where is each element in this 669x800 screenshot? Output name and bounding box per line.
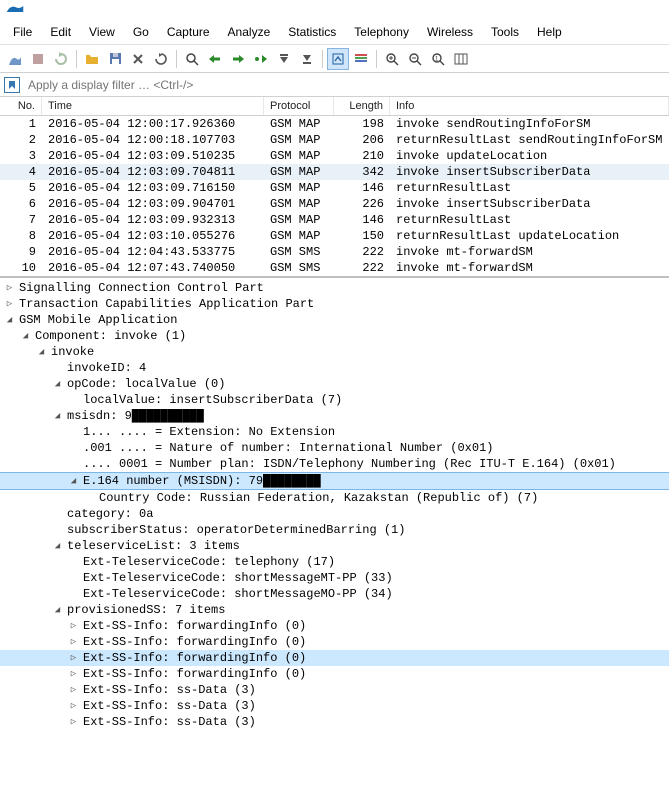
tree-component[interactable]: ◢Component: invoke (1) xyxy=(0,328,669,344)
col-header-protocol[interactable]: Protocol xyxy=(264,97,334,115)
expand-icon[interactable]: ▷ xyxy=(68,621,79,632)
expand-icon[interactable]: ▷ xyxy=(68,653,79,664)
colorize-icon[interactable] xyxy=(350,48,372,70)
go-forward-icon[interactable] xyxy=(227,48,249,70)
tree-localvalue[interactable]: ·localValue: insertSubscriberData (7) xyxy=(0,392,669,408)
toolbar: 1 xyxy=(0,45,669,73)
tree-subscriber-status[interactable]: ·subscriberStatus: operatorDeterminedBar… xyxy=(0,522,669,538)
expand-icon[interactable]: ▷ xyxy=(68,637,79,648)
collapse-icon[interactable]: ◢ xyxy=(52,541,63,552)
col-header-time[interactable]: Time xyxy=(42,97,264,115)
col-header-no[interactable]: No. xyxy=(0,97,42,115)
menu-view[interactable]: View xyxy=(80,22,124,42)
collapse-icon[interactable]: ◢ xyxy=(52,605,63,616)
tree-invokeid[interactable]: ·invokeID: 4 xyxy=(0,360,669,376)
menu-capture[interactable]: Capture xyxy=(158,22,219,42)
tree-ss-info[interactable]: ▷Ext-SS-Info: ss-Data (3) xyxy=(0,714,669,730)
tree-country-code[interactable]: ·Country Code: Russian Federation, Kazak… xyxy=(0,490,669,506)
packet-row[interactable]: 42016-05-04 12:03:09.704811GSM MAP342inv… xyxy=(0,164,669,180)
packet-row[interactable]: 72016-05-04 12:03:09.932313GSM MAP146ret… xyxy=(0,212,669,228)
packet-row[interactable]: 102016-05-04 12:07:43.740050GSM SMS222in… xyxy=(0,260,669,276)
packet-row[interactable]: 32016-05-04 12:03:09.510235GSM MAP210inv… xyxy=(0,148,669,164)
collapse-icon[interactable]: ◢ xyxy=(52,379,63,390)
reload-icon[interactable] xyxy=(150,48,172,70)
tree-ss-info[interactable]: ▷Ext-SS-Info: ss-Data (3) xyxy=(0,698,669,714)
menu-telephony[interactable]: Telephony xyxy=(345,22,418,42)
menu-tools[interactable]: Tools xyxy=(482,22,528,42)
tree-msisdn[interactable]: ◢msisdn: 9██████████ xyxy=(0,408,669,424)
go-back-icon[interactable] xyxy=(204,48,226,70)
collapse-icon[interactable]: ◢ xyxy=(20,331,31,342)
menu-analyze[interactable]: Analyze xyxy=(219,22,280,42)
tree-ss-info[interactable]: ▷Ext-SS-Info: ss-Data (3) xyxy=(0,682,669,698)
tree-teleservice-item[interactable]: ·Ext-TeleserviceCode: shortMessageMT-PP … xyxy=(0,570,669,586)
close-file-icon[interactable] xyxy=(127,48,149,70)
expand-icon[interactable]: ▷ xyxy=(4,283,15,294)
menu-go[interactable]: Go xyxy=(124,22,158,42)
tree-teleservice-item[interactable]: ·Ext-TeleserviceCode: shortMessageMO-PP … xyxy=(0,586,669,602)
tree-ss-info[interactable]: ▷Ext-SS-Info: forwardingInfo (0) xyxy=(0,634,669,650)
auto-scroll-icon[interactable] xyxy=(327,48,349,70)
collapse-icon[interactable]: ◢ xyxy=(36,347,47,358)
menu-help[interactable]: Help xyxy=(528,22,571,42)
expand-icon[interactable]: ▷ xyxy=(68,685,79,696)
collapse-icon[interactable]: ◢ xyxy=(68,476,79,487)
packet-row[interactable]: 62016-05-04 12:03:09.904701GSM MAP226inv… xyxy=(0,196,669,212)
find-packet-icon[interactable] xyxy=(181,48,203,70)
tree-category[interactable]: ·category: 0a xyxy=(0,506,669,522)
collapse-icon[interactable]: ◢ xyxy=(52,411,63,422)
expand-icon[interactable]: ▷ xyxy=(68,669,79,680)
packet-row[interactable]: 12016-05-04 12:00:17.926360GSM MAP198inv… xyxy=(0,116,669,132)
tree-e164-msisdn[interactable]: ◢E.164 number (MSISDN): 79████████ xyxy=(0,472,669,490)
zoom-in-icon[interactable] xyxy=(381,48,403,70)
save-file-icon[interactable] xyxy=(104,48,126,70)
col-header-info[interactable]: Info xyxy=(390,97,669,115)
menu-wireless[interactable]: Wireless xyxy=(418,22,482,42)
tree-invoke[interactable]: ◢invoke xyxy=(0,344,669,360)
zoom-out-icon[interactable] xyxy=(404,48,426,70)
tree-teleservice-item[interactable]: ·Ext-TeleserviceCode: telephony (17) xyxy=(0,554,669,570)
filter-bookmark-icon[interactable] xyxy=(4,77,20,93)
tree-ss-info[interactable]: ▷Ext-SS-Info: forwardingInfo (0) xyxy=(0,666,669,682)
menu-file[interactable]: File xyxy=(4,22,41,42)
tree-nature[interactable]: ·.001 .... = Nature of number: Internati… xyxy=(0,440,669,456)
col-header-length[interactable]: Length xyxy=(334,97,390,115)
menu-statistics[interactable]: Statistics xyxy=(279,22,345,42)
display-filter-input[interactable] xyxy=(24,76,665,94)
tree-extension[interactable]: ·1... .... = Extension: No Extension xyxy=(0,424,669,440)
tree-tcap[interactable]: ▷Transaction Capabilities Application Pa… xyxy=(0,296,669,312)
start-capture-icon[interactable] xyxy=(4,48,26,70)
packet-details-tree: ▷Signalling Connection Control Part ▷Tra… xyxy=(0,278,669,736)
tree-teleservice-list[interactable]: ◢teleserviceList: 3 items xyxy=(0,538,669,554)
go-last-icon[interactable] xyxy=(296,48,318,70)
collapse-icon[interactable]: ◢ xyxy=(4,315,15,326)
expand-icon[interactable]: ▷ xyxy=(68,717,79,728)
display-filter-bar xyxy=(0,73,669,97)
restart-capture-icon[interactable] xyxy=(50,48,72,70)
packet-row[interactable]: 92016-05-04 12:04:43.533775GSM SMS222inv… xyxy=(0,244,669,260)
menubar: File Edit View Go Capture Analyze Statis… xyxy=(0,20,669,45)
expand-icon[interactable]: ▷ xyxy=(68,701,79,712)
go-to-packet-icon[interactable] xyxy=(250,48,272,70)
expand-icon[interactable]: ▷ xyxy=(4,299,15,310)
zoom-reset-icon[interactable]: 1 xyxy=(427,48,449,70)
menu-edit[interactable]: Edit xyxy=(41,22,80,42)
stop-capture-icon[interactable] xyxy=(27,48,49,70)
packet-row[interactable]: 22016-05-04 12:00:18.107703GSM MAP206ret… xyxy=(0,132,669,148)
tree-provisioned-ss[interactable]: ◢provisionedSS: 7 items xyxy=(0,602,669,618)
tree-ss-info[interactable]: ▷Ext-SS-Info: forwardingInfo (0) xyxy=(0,618,669,634)
packet-list-header[interactable]: No. Time Protocol Length Info xyxy=(0,97,669,116)
open-file-icon[interactable] xyxy=(81,48,103,70)
packet-row[interactable]: 82016-05-04 12:03:10.055276GSM MAP150ret… xyxy=(0,228,669,244)
packet-list: No. Time Protocol Length Info 12016-05-0… xyxy=(0,97,669,278)
resize-columns-icon[interactable] xyxy=(450,48,472,70)
tree-opcode[interactable]: ◢opCode: localValue (0) xyxy=(0,376,669,392)
tree-ss-info[interactable]: ▷Ext-SS-Info: forwardingInfo (0) xyxy=(0,650,669,666)
tree-gsm-map[interactable]: ◢GSM Mobile Application xyxy=(0,312,669,328)
wireshark-icon xyxy=(6,2,24,19)
packet-row[interactable]: 52016-05-04 12:03:09.716150GSM MAP146ret… xyxy=(0,180,669,196)
tree-numberplan[interactable]: ·.... 0001 = Number plan: ISDN/Telephony… xyxy=(0,456,669,472)
tree-sccp[interactable]: ▷Signalling Connection Control Part xyxy=(0,280,669,296)
go-first-icon[interactable] xyxy=(273,48,295,70)
